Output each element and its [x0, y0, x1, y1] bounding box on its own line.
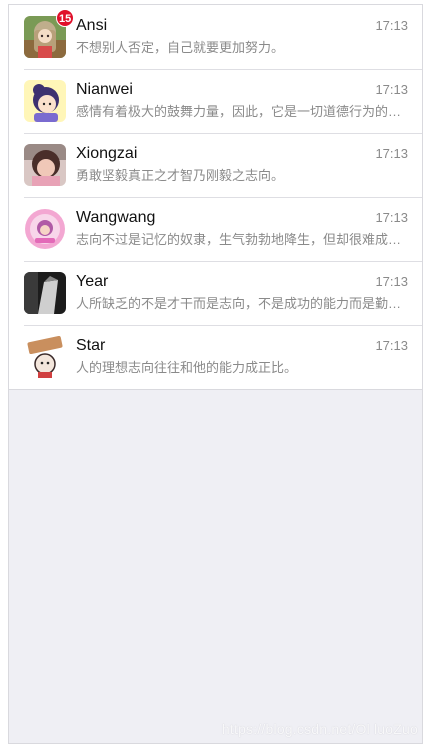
conversation-item-xiongzai[interactable]: Xiongzai 17:13 勇敢坚毅真正之才智乃刚毅之志向。: [9, 133, 422, 197]
chat-list-screen: 15 Ansi 17:13 不想别人否定，自己就要更加努力。 Nianwei 1…: [8, 4, 423, 744]
contact-name: Nianwei: [76, 81, 133, 98]
conversation-item-star[interactable]: Star 17:13 人的理想志向往往和他的能力成正比。: [9, 325, 422, 389]
watermark-text: https://blog.csdn.net/Ol luoZuo: [221, 721, 418, 737]
message-time: 17:13: [375, 82, 408, 97]
message-preview: 感情有着极大的鼓舞力量，因此，它是一切道德行为的重要前提。: [76, 104, 402, 119]
contact-name: Ansi: [76, 17, 108, 34]
photo-girl-avatar-icon: [24, 144, 66, 186]
message-preview: 不想别人否定，自己就要更加努力。: [76, 40, 285, 55]
message-time: 17:13: [375, 18, 408, 33]
message-time: 17:13: [375, 274, 408, 289]
conversation-list: 15 Ansi 17:13 不想别人否定，自己就要更加努力。 Nianwei 1…: [9, 5, 422, 390]
dark-photo-avatar-icon: [24, 272, 66, 314]
cartoon-girl-avatar-icon: [24, 80, 66, 122]
message-preview: 勇敢坚毅真正之才智乃刚毅之志向。: [76, 168, 285, 183]
contact-name: Year: [76, 273, 109, 290]
contact-name: Wangwang: [76, 209, 156, 226]
message-preview: 志向不过是记忆的奴隶，生气勃勃地降生，但却很难成长。: [76, 232, 402, 247]
contact-name: Star: [76, 337, 106, 354]
contact-name: Xiongzai: [76, 145, 138, 162]
conversation-item-wangwang[interactable]: Wangwang 17:13 志向不过是记忆的奴隶，生气勃勃地降生，但却很难成长…: [9, 197, 422, 261]
conversation-item-year[interactable]: Year 17:13 人所缺乏的不是才干而是志向，不是成功的能力而是勤劳的意志。: [9, 261, 422, 325]
unread-count-badge: 15: [56, 9, 75, 27]
message-preview: 人的理想志向往往和他的能力成正比。: [76, 360, 298, 375]
cartoon-sign-avatar-icon: [24, 336, 66, 378]
message-time: 17:13: [375, 338, 408, 353]
conversation-item-ansi[interactable]: 15 Ansi 17:13 不想别人否定，自己就要更加努力。: [9, 5, 422, 69]
message-time: 17:13: [375, 146, 408, 161]
message-time: 17:13: [375, 210, 408, 225]
pink-circle-avatar-icon: [24, 208, 66, 250]
message-preview: 人所缺乏的不是才干而是志向，不是成功的能力而是勤劳的意志。: [76, 296, 402, 311]
conversation-item-nianwei[interactable]: Nianwei 17:13 感情有着极大的鼓舞力量，因此，它是一切道德行为的重要…: [9, 69, 422, 133]
